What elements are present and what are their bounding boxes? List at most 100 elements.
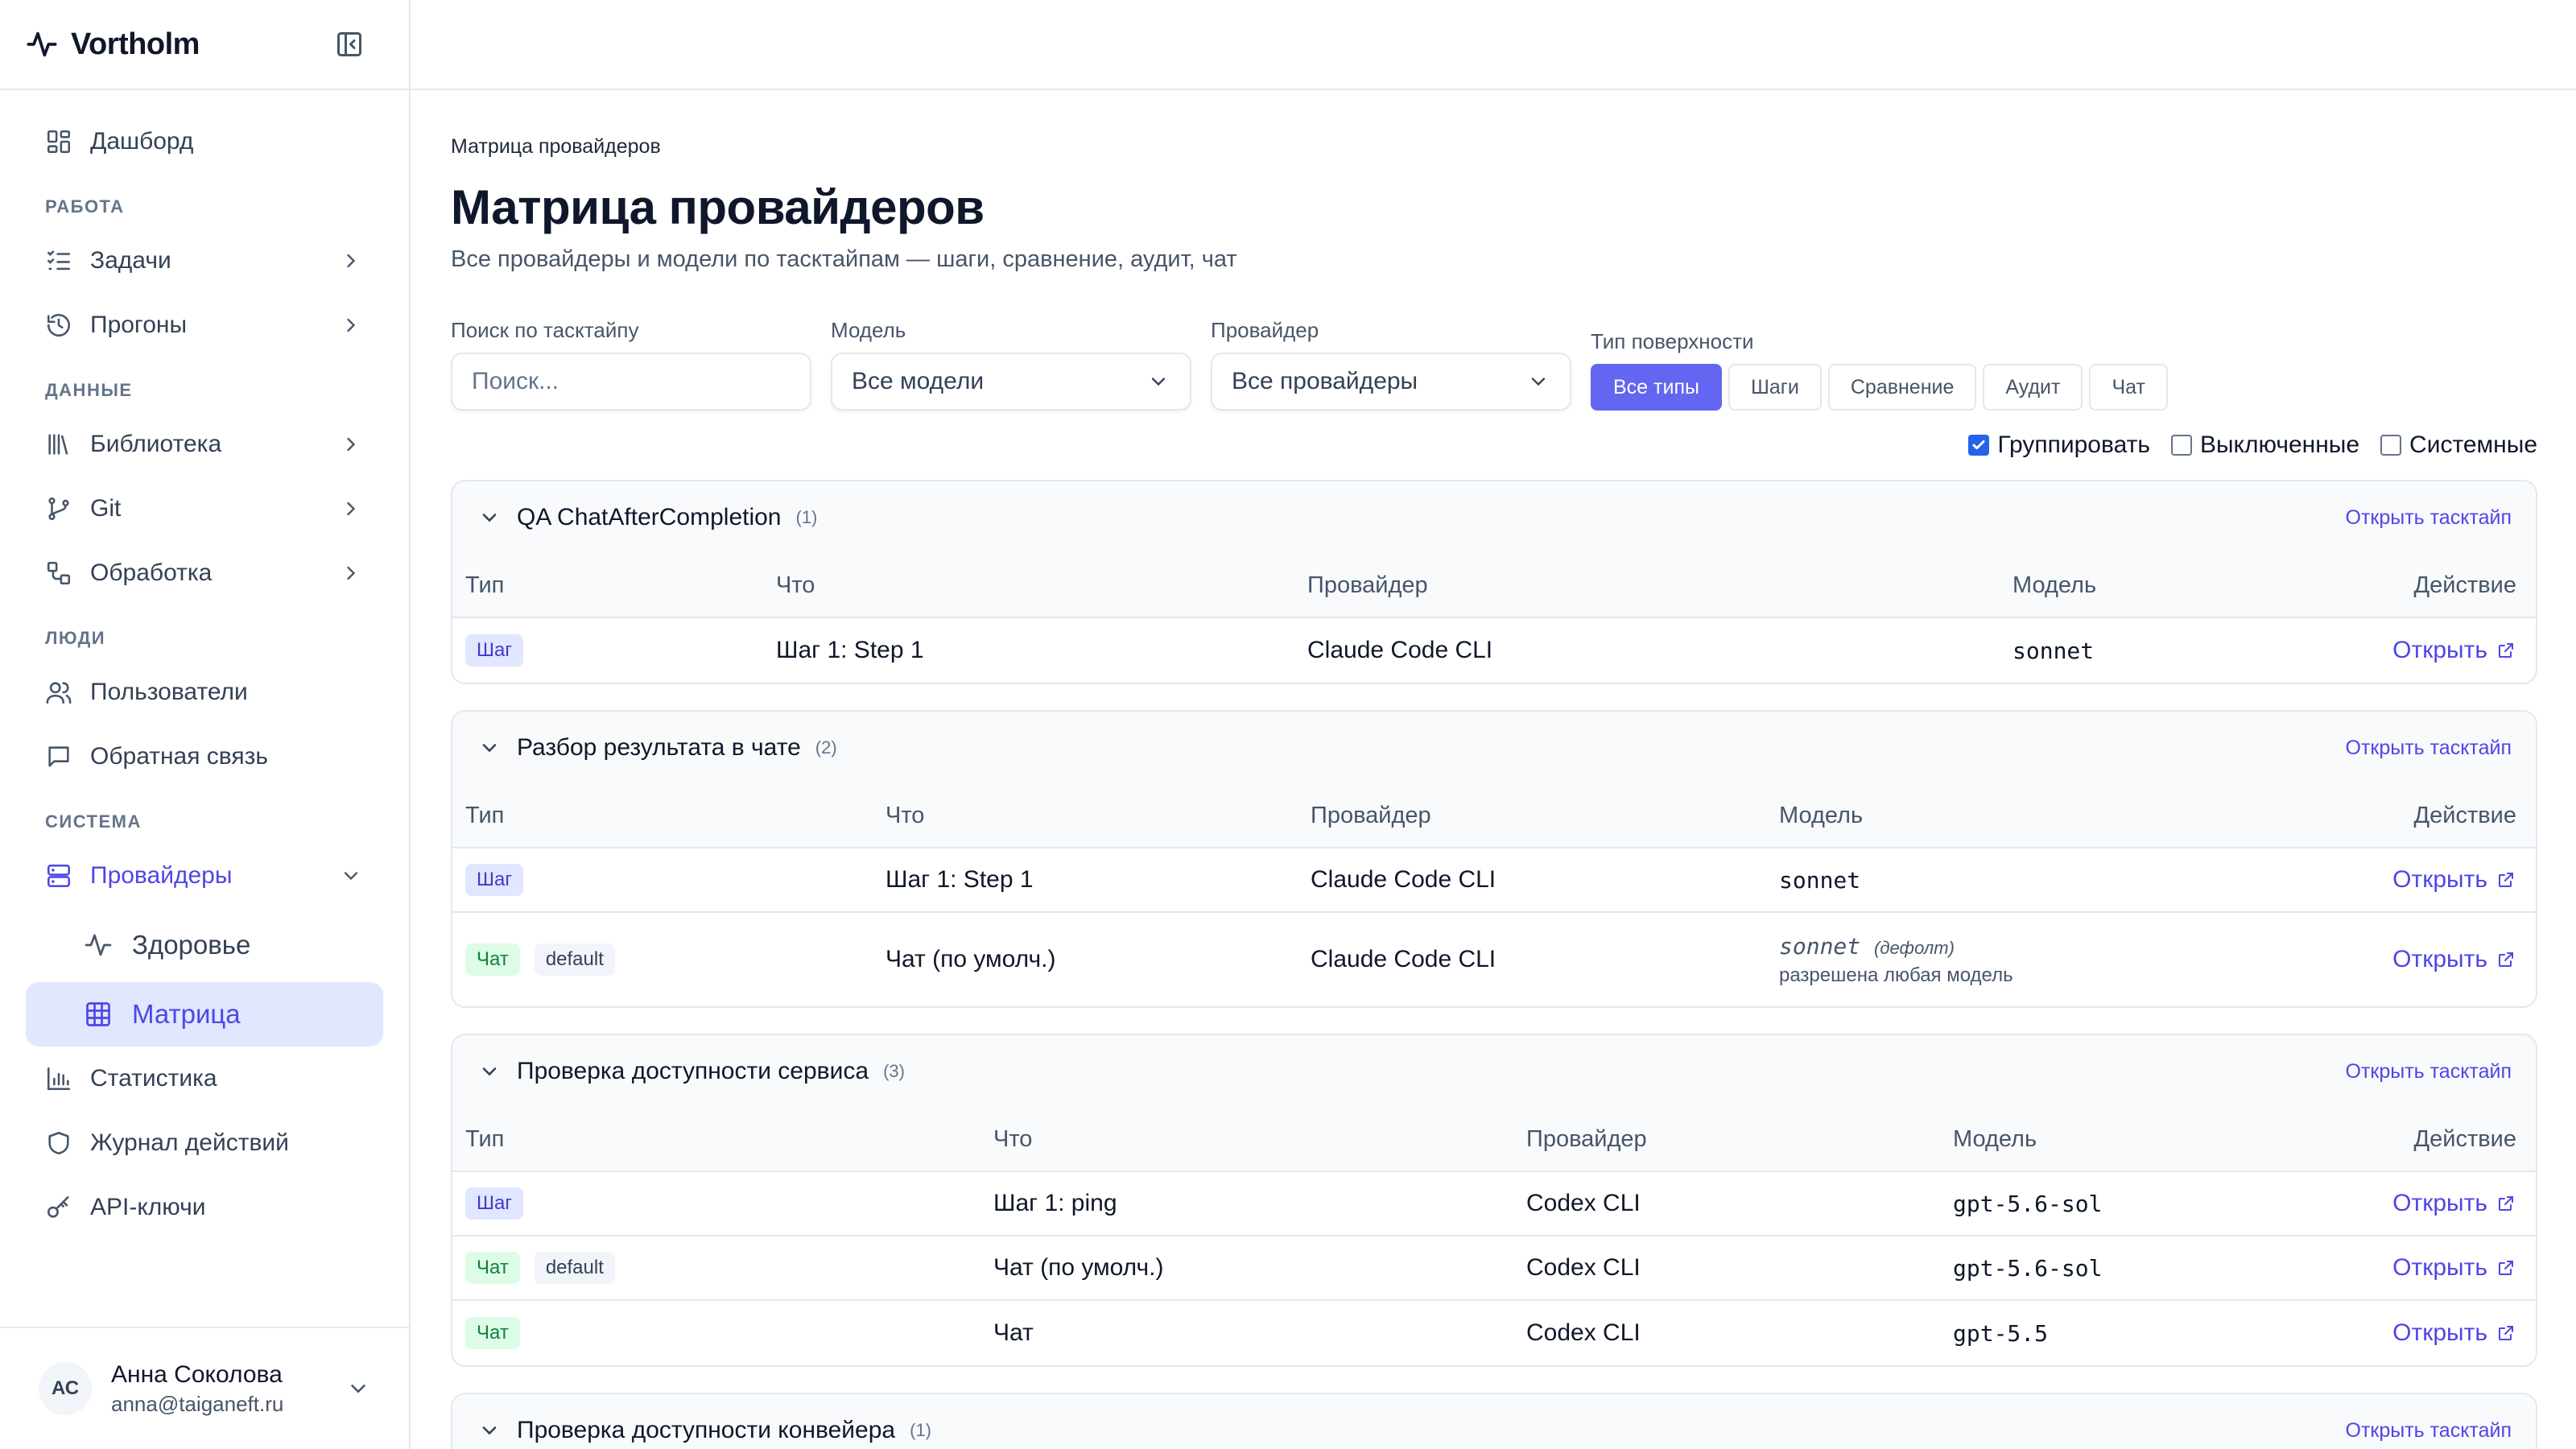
external-link-icon <box>2496 640 2516 661</box>
breadcrumb[interactable]: Матрица провайдеров <box>451 135 2537 159</box>
nav-section-data: ДАННЫЕ <box>45 380 133 400</box>
brand[interactable]: Vortholm <box>26 27 200 62</box>
surface-type-filter: Тип поверхности Все типы Шаги Сравнение … <box>1591 329 2168 411</box>
default-tag: default <box>534 943 615 976</box>
sidebar-subitem-matrix[interactable]: Матрица <box>26 982 383 1046</box>
group-header[interactable]: Проверка доступности сервиса (3) Открыть… <box>452 1035 2536 1108</box>
open-link[interactable]: Открыть <box>2392 946 2516 973</box>
column-header-type: Тип <box>465 802 505 828</box>
filter-checkboxes: Группировать Выключенные Системные <box>451 431 2537 459</box>
column-header-what: Что <box>993 1125 1033 1152</box>
table-header: Тип Что Провайдер Модель Действие <box>452 554 2536 618</box>
external-link-icon <box>2496 1323 2516 1344</box>
workflow-icon <box>45 559 72 587</box>
open-link[interactable]: Открыть <box>2392 1254 2516 1282</box>
open-tasktype-link[interactable]: Открыть тасктайп <box>2346 737 2512 760</box>
page-subtitle: Все провайдеры и модели по тасктайпам — … <box>451 246 1237 272</box>
avatar: АС <box>39 1362 92 1415</box>
user-menu[interactable]: АС Анна Соколова anna@taiganeft.ru <box>0 1327 409 1449</box>
group-count: (3) <box>883 1061 905 1081</box>
top-bar <box>411 0 2576 90</box>
disabled-checkbox[interactable]: Выключенные <box>2170 431 2360 459</box>
table-header: Тип Что Провайдер Модель Действие <box>452 784 2536 848</box>
checkbox-label: Выключенные <box>2199 431 2360 458</box>
system-checkbox[interactable]: Системные <box>2380 431 2537 459</box>
group-header[interactable]: Разбор результата в чате (2) Открыть тас… <box>452 712 2536 784</box>
provider-select[interactable]: Все провайдеры <box>1211 353 1571 411</box>
chevron-down-icon[interactable] <box>477 1418 502 1443</box>
surface-steps-button[interactable]: Шаги <box>1728 364 1822 411</box>
sidebar-item-tasks[interactable]: Задачи <box>26 229 383 293</box>
tasktype-group: Разбор результата в чате (2) Открыть тас… <box>451 710 2537 1008</box>
sidebar-subitem-label: Здоровье <box>132 930 251 960</box>
model-note: разрешена любая модель <box>1779 964 2013 986</box>
checkbox-checked[interactable] <box>1968 435 1990 456</box>
surface-compare-button[interactable]: Сравнение <box>1827 364 1977 411</box>
surface-all-button[interactable]: Все типы <box>1591 364 1722 411</box>
sidebar-item-feedback[interactable]: Обратная связь <box>26 724 383 789</box>
group-table: Тип Что Провайдер Модель Действие Шаг Ша… <box>452 1108 2536 1365</box>
type-badge-chat: Чат <box>465 1317 520 1349</box>
group-count: (2) <box>815 737 837 758</box>
sidebar-item-label: Статистика <box>90 1065 217 1092</box>
open-tasktype-link[interactable]: Открыть тасктайп <box>2346 1060 2512 1084</box>
group-header[interactable]: QA ChatAfterCompletion (1) Открыть таскт… <box>452 481 2536 554</box>
column-header-type: Тип <box>465 1125 505 1152</box>
tasktype-groups: QA ChatAfterCompletion (1) Открыть таскт… <box>451 480 2537 1449</box>
surface-audit-button[interactable]: Аудит <box>1983 364 2083 411</box>
chevron-down-icon[interactable] <box>477 735 502 761</box>
sidebar-item-api-keys[interactable]: API-ключи <box>26 1175 383 1240</box>
checkbox-unchecked[interactable] <box>2170 435 2192 456</box>
sidebar-subitem-health[interactable]: Здоровье <box>26 913 383 977</box>
group-header[interactable]: Проверка доступности конвейера (1) Откры… <box>452 1394 2536 1449</box>
sidebar-item-label: Обратная связь <box>90 743 269 770</box>
provider-cell: Codex CLI <box>1526 1190 1641 1216</box>
search-box[interactable] <box>451 353 811 411</box>
open-link-label: Открыть <box>2392 1319 2487 1346</box>
default-tag: default <box>534 1252 615 1284</box>
open-tasktype-link[interactable]: Открыть тасктайп <box>2346 1419 2512 1443</box>
nav-section-work: РАБОТА <box>45 196 125 217</box>
shield-icon <box>45 1129 72 1157</box>
surface-chat-button[interactable]: Чат <box>2089 364 2168 411</box>
open-link[interactable]: Открыть <box>2392 1319 2516 1347</box>
sidebar-item-audit-log[interactable]: Журнал действий <box>26 1111 383 1175</box>
model-value: sonnet <box>1779 932 1861 960</box>
search-input[interactable] <box>472 368 791 395</box>
sidebar-item-library[interactable]: Библиотека <box>26 412 383 477</box>
group-title: QA ChatAfterCompletion <box>517 504 782 530</box>
model-select[interactable]: Все модели <box>831 353 1191 411</box>
open-link[interactable]: Открыть <box>2392 1190 2516 1217</box>
collapse-sidebar-icon[interactable] <box>332 27 367 62</box>
what-cell: Чат (по умолч.) <box>886 946 1056 972</box>
surface-type-buttons: Все типы Шаги Сравнение Аудит Чат <box>1591 364 2168 411</box>
sidebar-item-git[interactable]: Git <box>26 477 383 541</box>
model-cell: gpt-5.6-sol <box>1953 1254 2103 1282</box>
sidebar-item-runs[interactable]: Прогоны <box>26 293 383 357</box>
chevron-down-icon[interactable] <box>346 1377 370 1401</box>
open-link[interactable]: Открыть <box>2392 637 2516 664</box>
group-checkbox[interactable]: Группировать <box>1968 431 2150 459</box>
type-badge-step: Шаг <box>465 864 524 896</box>
column-header-provider: Провайдер <box>1526 1125 1647 1152</box>
open-link-label: Открыть <box>2392 1254 2487 1281</box>
nav-section-people: ЛЮДИ <box>45 628 106 648</box>
checkbox-label: Группировать <box>1997 431 2150 458</box>
chevron-down-icon[interactable] <box>477 1059 502 1084</box>
search-label: Поиск по тасктайпу <box>451 318 639 342</box>
column-header-action: Действие <box>2413 802 2516 828</box>
open-link[interactable]: Открыть <box>2392 866 2516 894</box>
model-cell: gpt-5.5 <box>1953 1319 2049 1347</box>
open-tasktype-link[interactable]: Открыть тасктайп <box>2346 506 2512 530</box>
checkbox-unchecked[interactable] <box>2380 435 2402 456</box>
sidebar-item-dashboard[interactable]: Дашборд <box>26 109 383 174</box>
type-badge-chat: Чат <box>465 1252 520 1284</box>
sidebar-item-label: Дашборд <box>90 128 194 155</box>
sidebar-item-users[interactable]: Пользователи <box>26 660 383 724</box>
sidebar-item-providers[interactable]: Провайдеры <box>26 844 383 908</box>
sidebar-item-processing[interactable]: Обработка <box>26 541 383 605</box>
chevron-down-icon[interactable] <box>477 505 502 530</box>
sidebar-item-stats[interactable]: Статистика <box>26 1046 383 1111</box>
column-header-what: Что <box>886 802 925 828</box>
column-header-what: Что <box>776 572 815 598</box>
